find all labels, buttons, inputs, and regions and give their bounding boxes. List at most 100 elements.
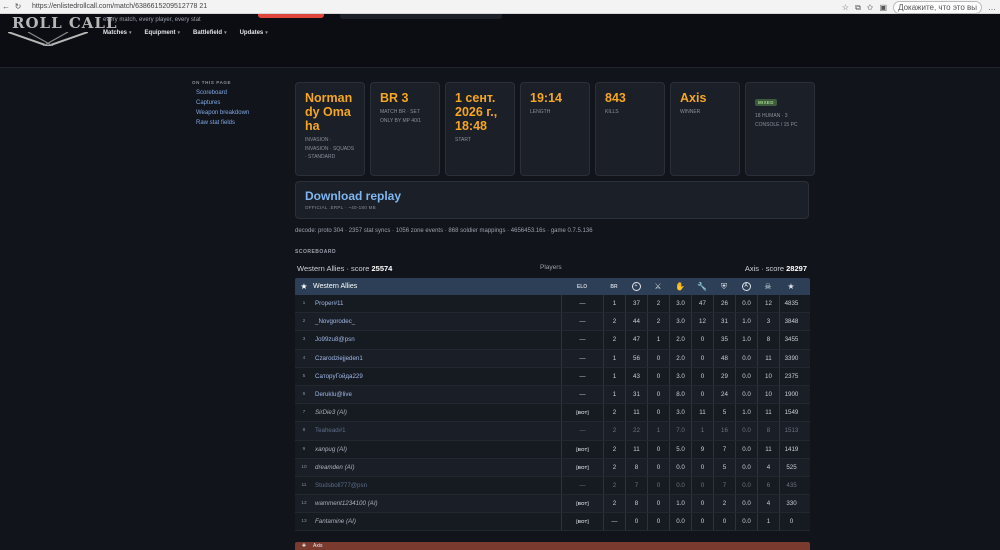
stat-assists: 2.0 [669, 349, 691, 367]
player-br: 1 [603, 367, 625, 385]
table-row[interactable]: 1 Proper#11—1 37 2 3.0 47 26 0.0 12 4835 [295, 295, 810, 314]
hand-icon[interactable]: ✋ [669, 282, 691, 291]
stat-assists: 2.0 [669, 331, 691, 349]
stat-assists: 3.0 [669, 367, 691, 385]
row-index: 12 [301, 501, 307, 507]
table-row[interactable]: 4 Czarodziejjeden1—1 56 0 2.0 0 48 0.0 11 3390 [295, 349, 810, 368]
player-br: 2 [603, 495, 625, 513]
row-index: 10 [301, 464, 307, 470]
players-label: Players [540, 264, 562, 271]
axis-table-header: ✚ Axis [295, 542, 810, 550]
table-row[interactable]: 7 SirDie3 (AI) [BOT] 2 11 0 3.0 11 5 1.0 11 1549 [295, 404, 810, 423]
top-nav: Matches ▾ Equipment ▾ Battlefield ▾ Updates… [103, 30, 268, 36]
extensions-icon[interactable]: ⧉ [855, 3, 861, 13]
player-br: — [603, 513, 625, 531]
table-row[interactable]: 9 xanpug (AI) [BOT] 2 11 0 5.0 9 7 0.0 11 1419 [295, 440, 810, 459]
stat-avg: 1.0 [735, 331, 757, 349]
stat-kills: 8 [625, 495, 647, 513]
table-row[interactable]: 11 Studsboll777@psn —2 7 0 0.0 0 7 0.0 6 435 [295, 476, 810, 496]
crosshair-icon[interactable]: + [625, 282, 647, 291]
winner-team: Axis [680, 91, 707, 105]
collections-icon[interactable]: ▣ [880, 3, 888, 12]
platform-breakdown: 18 HUMAN · 3 CONSOLE / 15 PC [755, 113, 798, 128]
col-br[interactable]: BR [603, 284, 625, 290]
table-row[interactable]: 8 Teahead#1—2 22 1 7.0 1 16 0.0 8 1513 [295, 422, 810, 441]
stat-engineer: 0 [691, 495, 713, 513]
length-card: 19:14 LENGTH [520, 82, 590, 176]
favorites-icon[interactable]: ✩ [867, 3, 874, 12]
axis-score-line: Axis · score 28297 [744, 264, 807, 273]
address-bar[interactable]: https://enlistedrollcall.com/match/63866… [32, 3, 207, 10]
table-row[interactable]: 3 Jo99zu8@psn — 2 47 1 2.0 0 35 1.0 8 3455 [295, 331, 810, 350]
player-elo: [BOT] [576, 446, 589, 452]
nav-battlefield[interactable]: Battlefield ▾ [193, 30, 227, 36]
stat-score: 2375 [779, 367, 803, 385]
star-bookmark-icon[interactable]: ☆ [842, 3, 849, 12]
player-name[interactable]: Deruklu@live [313, 391, 561, 398]
row-index: 5 [302, 373, 306, 379]
nav-updates[interactable]: Updates ▾ [240, 30, 268, 36]
score-star-icon[interactable]: ★ [779, 282, 803, 291]
shield-icon[interactable]: ⛨ [713, 282, 735, 292]
promo-button[interactable] [258, 14, 324, 18]
download-replay-link[interactable]: Download replay [305, 189, 799, 203]
player-br: 1 [603, 295, 625, 313]
sidebar-link-raw-stat-fields[interactable]: Raw stat fields [196, 120, 287, 126]
skull-icon[interactable]: ☠ [757, 282, 779, 291]
sidebar-link-scoreboard[interactable]: Scoreboard [196, 90, 287, 96]
table-row[interactable]: 2 _Novgorodec_ —2 44 2 3.0 12 31 1.0 3 3848 [295, 313, 810, 332]
stat-defense: 2 [713, 495, 735, 513]
wrench-icon[interactable]: 🔧 [691, 282, 713, 291]
player-elo: — [579, 481, 586, 489]
table-row[interactable]: 6 Deruklu@live —1 31 0 8.0 0 24 0.0 10 1900 [295, 385, 810, 405]
sidebar-link-captures[interactable]: Captures [196, 100, 287, 106]
player-name[interactable]: СатоpуГойда229 [313, 373, 561, 380]
profile-button[interactable]: Докажите, что это вы [893, 1, 982, 14]
player-name[interactable]: Teahead#1 [313, 427, 561, 434]
player-rows: 1 Proper#11—1 37 2 3.0 47 26 0.0 12 4835 2 _Novgoro… [295, 295, 810, 532]
stat-engineer: 0 [691, 367, 713, 385]
stat-captures: 0 [647, 495, 669, 513]
stat-defense: 48 [713, 349, 735, 367]
player-name[interactable]: _Novgorodec_ [313, 318, 561, 325]
row-index: 1 [302, 301, 306, 307]
player-name[interactable]: Proper#11 [313, 300, 561, 307]
nav-matches[interactable]: Matches ▾ [103, 30, 132, 36]
stat-captures: 0 [647, 513, 669, 531]
stat-engineer: 0 [691, 513, 713, 531]
back-icon[interactable]: ← [0, 2, 12, 11]
player-name[interactable]: Czarodziejjeden1 [313, 355, 561, 362]
col-elo[interactable]: ELO [561, 284, 603, 290]
stat-deaths: 10 [757, 385, 779, 404]
knife-icon[interactable]: ⚔ [647, 282, 669, 291]
sidebar-link-weapon-breakdown[interactable]: Weapon breakdown [196, 110, 287, 116]
table-row[interactable]: 12 wamment1234100 (AI) [BOT] 2 8 0 1.0 0 2 0.0 4 33… [295, 495, 810, 514]
player-name[interactable]: wamment1234100 (AI) [313, 500, 561, 507]
table-row[interactable]: 5 СатоpуГойда229—1 43 0 3.0 0 29 0.0 10 2375 [295, 367, 810, 386]
player-elo: — [579, 354, 586, 362]
row-index: 8 [302, 428, 306, 434]
player-name[interactable]: Studsboll777@psn [313, 482, 561, 489]
stat-deaths: 4 [757, 495, 779, 513]
stat-defense: 16 [713, 422, 735, 440]
a-circle-icon[interactable]: A [735, 282, 757, 291]
player-name[interactable]: Fantamine (AI) [313, 518, 561, 525]
nav-equipment[interactable]: Equipment ▾ [145, 30, 181, 36]
stat-defense: 5 [713, 404, 735, 422]
player-name[interactable]: SirDie3 (AI) [313, 409, 561, 416]
site-logo[interactable]: ROLL CALL [12, 14, 118, 32]
search-input[interactable] [340, 14, 502, 19]
player-name[interactable]: dreamden (AI) [313, 464, 561, 471]
player-elo: [BOT] [576, 519, 589, 525]
stat-defense: 7 [713, 440, 735, 458]
stat-kills: 0 [625, 513, 647, 531]
download-replay-card[interactable]: Download replay OFFICIAL .ERPL · ~40-180… [295, 181, 809, 219]
stat-kills: 44 [625, 313, 647, 331]
stat-kills: 31 [625, 385, 647, 404]
table-row[interactable]: 13 Fantamine (AI) [BOT] —0 0 0.0 0 0 0.0 1 0 [295, 513, 810, 532]
reload-icon[interactable]: ↻ [12, 2, 24, 11]
player-name[interactable]: xanpug (AI) [313, 446, 561, 453]
player-name[interactable]: Jo99zu8@psn [313, 336, 561, 343]
table-row[interactable]: 10 dreamden (AI) [BOT] 2 8 0 0.0 0 5 0.0 4 525 [295, 458, 810, 477]
menu-icon[interactable]: … [988, 3, 996, 12]
